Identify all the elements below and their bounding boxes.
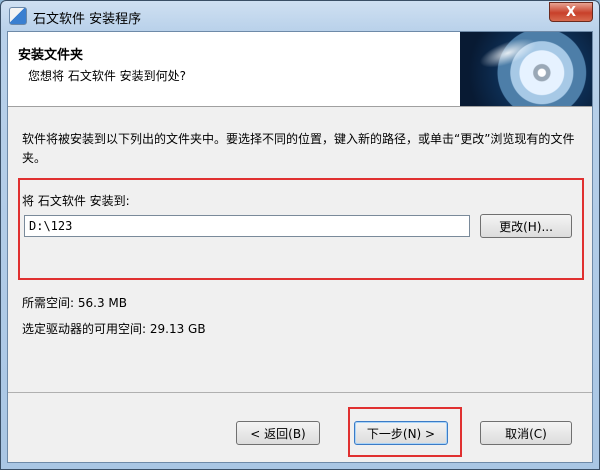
back-button[interactable]: < 返回(B) <box>236 421 320 445</box>
page-title: 安装文件夹 <box>18 48 84 63</box>
page-subtitle: 您想将 石文软件 安装到何处? <box>28 69 186 83</box>
cancel-button[interactable]: 取消(C) <box>480 421 572 445</box>
cd-disc-image <box>460 32 592 106</box>
installer-window: 石文软件 安装程序 X 安装文件夹 您想将 石文软件 安装到何处? 软件将被安装… <box>0 0 600 470</box>
dialog-client: 安装文件夹 您想将 石文软件 安装到何处? 软件将被安装到以下列出的文件夹中。要… <box>7 31 593 463</box>
description-text: 软件将被安装到以下列出的文件夹中。要选择不同的位置，键入新的路径，或单击“更改”… <box>22 132 575 165</box>
close-button[interactable]: X <box>549 2 593 22</box>
header-panel: 安装文件夹 您想将 石文软件 安装到何处? <box>8 32 592 107</box>
banner-flare <box>476 32 540 74</box>
window-title: 石文软件 安装程序 <box>33 12 142 27</box>
space-available-text: 选定驱动器的可用空间: 29.13 GB <box>22 322 206 336</box>
footer-divider <box>8 392 592 393</box>
install-path-input[interactable] <box>24 215 470 237</box>
title-bar[interactable]: 石文软件 安装程序 X <box>1 1 599 31</box>
browse-button[interactable]: 更改(H)... <box>480 214 572 238</box>
space-required-text: 所需空间: 56.3 MB <box>22 296 127 310</box>
next-button[interactable]: 下一步(N) > <box>354 421 448 445</box>
installer-icon <box>9 7 27 25</box>
destination-label: 将 石文软件 安装到: <box>22 194 130 208</box>
